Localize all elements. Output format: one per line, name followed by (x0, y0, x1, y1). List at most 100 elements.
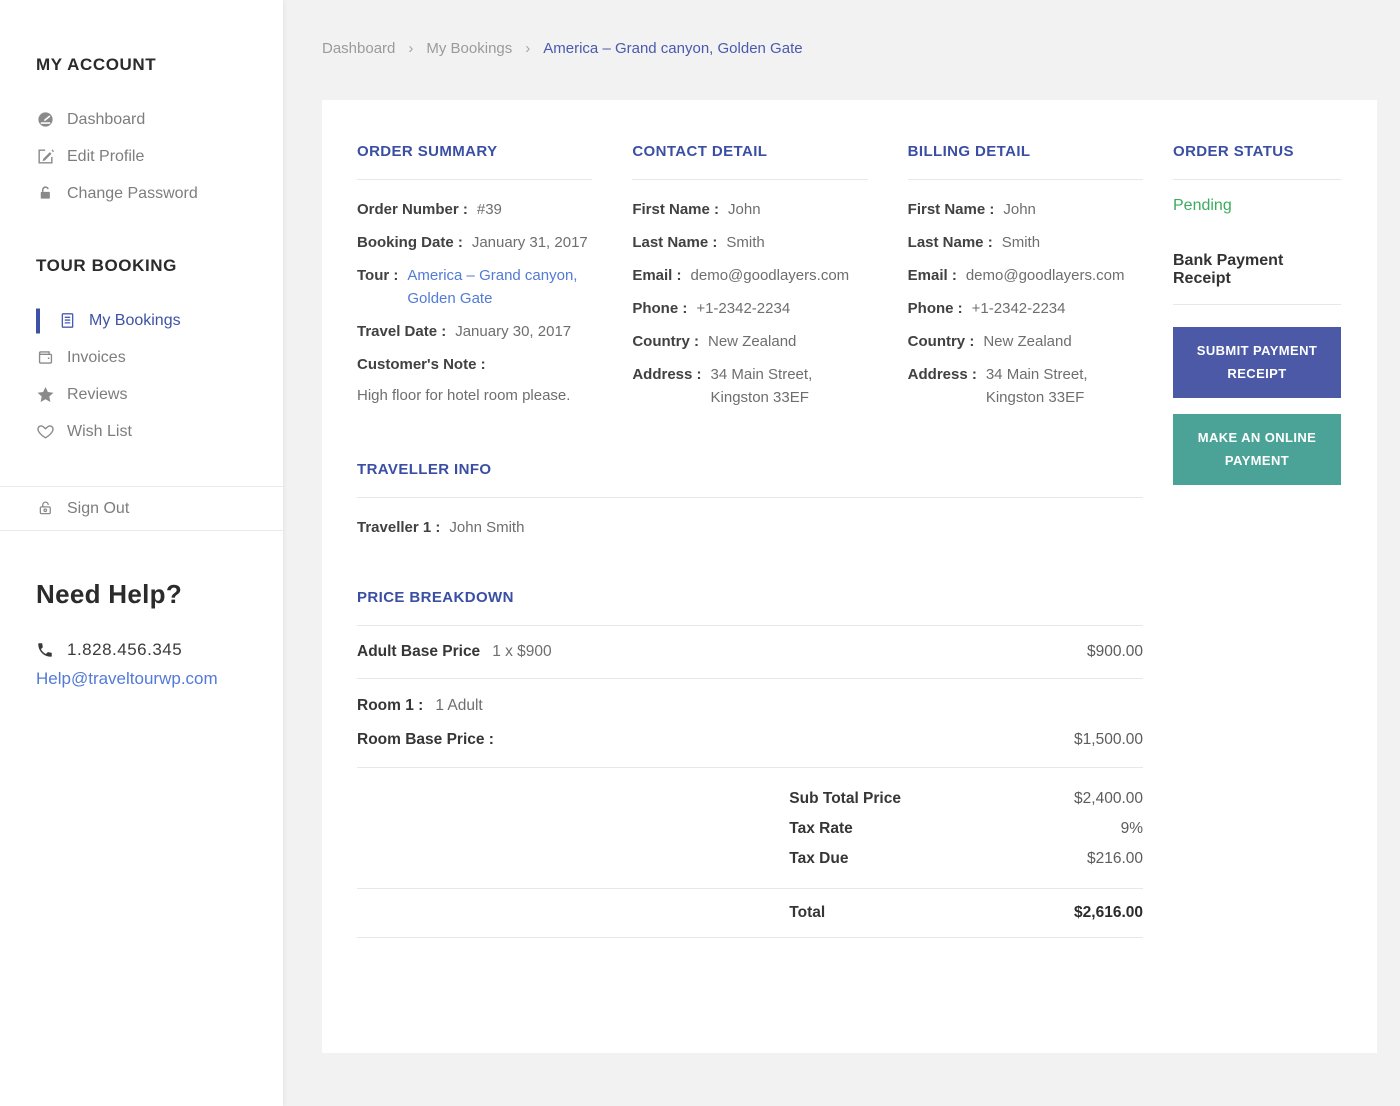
row-divider (357, 767, 1143, 768)
active-indicator-bar (36, 308, 40, 333)
first-name-row: First Name : John (632, 198, 867, 221)
section-divider (632, 179, 868, 180)
room-base-price-row: Room Base Price : $1,500.00 (357, 721, 1143, 767)
section-divider (357, 179, 593, 180)
help-phone-row: 1.828.456.345 (36, 640, 283, 660)
detail-label: Address : (907, 366, 977, 383)
price-label: Sub Total Price (789, 790, 901, 807)
order-status-section: ORDER STATUS Pending Bank Payment Receip… (1173, 143, 1341, 1008)
breadcrumb-current-tour: America – Grand canyon, Golden Gate (543, 40, 803, 57)
order-summary-section: ORDER SUMMARY Order Number : #39 Booking… (357, 143, 593, 409)
country-row: Country : New Zealand (908, 330, 1143, 353)
sidebar-item-label: Wish List (67, 422, 132, 440)
price-amount: $900.00 (1086, 643, 1143, 660)
details-grid: ORDER SUMMARY Order Number : #39 Booking… (357, 143, 1143, 409)
detail-label: Phone : (907, 300, 963, 317)
make-online-payment-button[interactable]: MAKE AN ONLINE PAYMENT (1173, 413, 1341, 485)
tour-row: Tour : America – Grand canyon, Golden Ga… (357, 264, 592, 310)
section-divider (907, 179, 1143, 180)
sidebar-item-invoices[interactable]: Invoices (0, 339, 283, 376)
gauge-icon (36, 110, 55, 129)
price-label: Tax Rate (789, 820, 853, 837)
bank-payment-receipt-title: Bank Payment Receipt (1173, 252, 1284, 287)
sidebar-item-change-password[interactable]: Change Password (0, 175, 283, 212)
phone-row: Phone : +1-2342-2234 (908, 297, 1143, 320)
detail-value: New Zealand (983, 333, 1072, 350)
room-row: Room 1 : 1 Adult (357, 679, 1143, 721)
price-label: Room Base Price : (357, 731, 494, 748)
sidebar-item-label: Change Password (67, 184, 198, 202)
sidebar-item-dashboard[interactable]: Dashboard (0, 101, 283, 138)
detail-value: #39 (476, 201, 502, 218)
detail-value: +1-2342-2234 (971, 300, 1066, 317)
breadcrumb-my-bookings[interactable]: My Bookings (426, 40, 512, 57)
status-badge: Pending (1173, 197, 1232, 214)
detail-label: Tour : (357, 267, 399, 284)
price-label: Tax Due (789, 850, 849, 867)
customer-note-row: Customer's Note : (357, 353, 592, 376)
section-divider (357, 497, 1143, 498)
sidebar-item-sign-out[interactable]: Sign Out (0, 487, 283, 530)
detail-label: First Name : (632, 201, 720, 218)
detail-value: Smith (1001, 234, 1041, 251)
price-amount: $1,500.00 (1074, 731, 1143, 748)
need-help-title: Need Help? (36, 579, 183, 609)
price-label: Adult Base Price (357, 643, 481, 660)
country-row: Country : New Zealand (632, 330, 867, 353)
email-row: Email : demo@goodlayers.com (908, 264, 1143, 287)
detail-label: First Name : (907, 201, 995, 218)
chevron-right-icon: › (408, 40, 414, 57)
sidebar-item-wish-list[interactable]: Wish List (0, 413, 283, 450)
email-row: Email : demo@goodlayers.com (632, 264, 867, 287)
section-title: ORDER SUMMARY (357, 143, 498, 160)
star-icon (36, 385, 55, 404)
detail-value: demo@goodlayers.com (690, 267, 850, 284)
price-amount: 9% (1120, 820, 1143, 837)
detail-label: Booking Date : (357, 234, 463, 251)
detail-value: John (728, 201, 761, 218)
chevron-right-icon: › (525, 40, 531, 57)
detail-label: Order Number : (357, 201, 468, 218)
price-label: Room 1 : (357, 697, 424, 714)
tax-rate-row: Tax Rate 9% (789, 814, 1143, 844)
sidebar-item-label: Dashboard (67, 110, 146, 128)
detail-label: Last Name : (632, 234, 718, 251)
sidebar-section-title-tour-booking: TOUR BOOKING (36, 256, 178, 275)
help-email-link[interactable]: Help@traveltourwp.com (36, 669, 283, 689)
detail-value: January 30, 2017 (455, 323, 572, 340)
detail-label: Phone : (632, 300, 688, 317)
section-title: TRAVELLER INFO (357, 461, 492, 478)
heart-icon (36, 422, 55, 441)
detail-value: John (1003, 201, 1036, 218)
edit-icon (36, 147, 55, 166)
sidebar-item-reviews[interactable]: Reviews (0, 376, 283, 413)
phone-row: Phone : +1-2342-2234 (632, 297, 867, 320)
wallet-icon (36, 348, 55, 367)
price-amount: $216.00 (1086, 850, 1143, 867)
price-label: Total (789, 904, 826, 921)
submit-payment-receipt-button[interactable]: SUBMIT PAYMENT RECEIPT (1173, 327, 1341, 398)
phone-icon (36, 641, 54, 659)
detail-label: Traveller 1 : (357, 519, 441, 536)
breadcrumb: Dashboard › My Bookings › America – Gran… (322, 40, 1377, 57)
tour-link[interactable]: America – Grand canyon, Golden Gate (407, 264, 592, 310)
address-row: Address : 34 Main Street, Kingston 33EF (632, 363, 867, 409)
sidebar-item-label: Sign Out (67, 499, 130, 517)
contact-detail-section: CONTACT DETAIL First Name : John Last Na… (632, 143, 868, 409)
tax-due-row: Tax Due $216.00 (789, 844, 1143, 874)
sidebar-item-label: Edit Profile (67, 147, 145, 165)
sidebar-item-edit-profile[interactable]: Edit Profile (0, 138, 283, 175)
detail-value: +1-2342-2234 (696, 300, 791, 317)
total-row: Total $2,616.00 (789, 889, 1143, 937)
my-account-nav: Dashboard Edit Profile Change Password (0, 101, 283, 212)
price-qty: 1 x $900 (492, 643, 552, 660)
booking-detail-card: ORDER SUMMARY Order Number : #39 Booking… (322, 100, 1377, 1053)
section-divider (1173, 179, 1341, 180)
sidebar-item-my-bookings[interactable]: My Bookings (0, 302, 283, 339)
detail-label: Country : (632, 333, 699, 350)
detail-value: Smith (726, 234, 765, 251)
sub-total-row: Sub Total Price $2,400.00 (789, 784, 1143, 814)
address-row: Address : 34 Main Street, Kingston 33EF (908, 363, 1143, 409)
traveller-info-section: TRAVELLER INFO Traveller 1 : John Smith (357, 461, 1143, 539)
breadcrumb-dashboard[interactable]: Dashboard (322, 40, 395, 57)
